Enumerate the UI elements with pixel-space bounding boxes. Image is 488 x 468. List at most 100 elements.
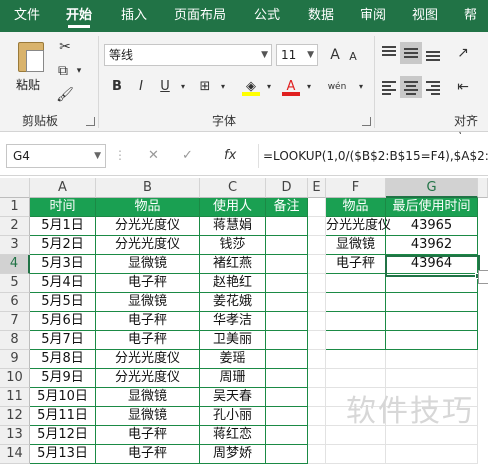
empty-cell[interactable] (326, 274, 386, 293)
empty-cell[interactable] (308, 255, 326, 274)
table-cell[interactable]: 卫美丽 (200, 331, 266, 350)
table-cell[interactable]: 分光光度仪 (96, 217, 200, 236)
empty-cell[interactable] (308, 426, 326, 445)
row-header-3[interactable]: 3 (0, 236, 30, 255)
lookup-header-cell[interactable]: 最后使用时间 (386, 198, 478, 217)
phonetic-dropdown-icon[interactable]: ▾ (352, 76, 370, 98)
table-cell[interactable]: 5月9日 (30, 369, 96, 388)
table-cell[interactable]: 吴天春 (200, 388, 266, 407)
empty-cell[interactable] (308, 236, 326, 255)
fill-color-icon[interactable]: ◈ (242, 76, 260, 96)
border-icon[interactable]: ⊞ (196, 76, 214, 98)
empty-cell[interactable] (308, 350, 326, 369)
column-header-g[interactable]: G (386, 178, 478, 198)
tab-help[interactable]: 帮助 (464, 0, 488, 55)
table-header-cell[interactable]: 物品 (96, 198, 200, 217)
tab-view[interactable]: 视图 (412, 0, 438, 32)
font-color-icon[interactable]: A (282, 76, 300, 96)
table-cell[interactable] (266, 445, 308, 464)
clipboard-launcher-icon[interactable] (86, 117, 95, 126)
empty-cell[interactable] (308, 198, 326, 217)
table-cell[interactable]: 显微镜 (96, 293, 200, 312)
table-cell[interactable]: 孔小丽 (200, 407, 266, 426)
tab-formulas[interactable]: 公式 (254, 0, 280, 32)
phonetic-icon[interactable]: wén (322, 76, 352, 98)
table-cell[interactable]: 周梦娇 (200, 445, 266, 464)
formula-input[interactable]: =LOOKUP(1,0/($B$2:B$15=F4),$A$2:$ (258, 144, 488, 168)
table-cell[interactable]: 5月1日 (30, 217, 96, 236)
empty-cell[interactable] (326, 331, 386, 350)
lookup-cell[interactable]: 43962 (386, 236, 478, 255)
table-cell[interactable]: 蒋红恋 (200, 426, 266, 445)
column-header-f[interactable]: F (326, 178, 386, 198)
table-cell[interactable]: 5月13日 (30, 445, 96, 464)
lookup-cell[interactable]: 显微镜 (326, 236, 386, 255)
row-header-8[interactable]: 8 (0, 331, 30, 350)
align-middle-icon[interactable] (400, 42, 422, 64)
column-header-d[interactable]: D (266, 178, 308, 198)
empty-cell[interactable] (308, 445, 326, 464)
table-cell[interactable]: 5月2日 (30, 236, 96, 255)
table-cell[interactable]: 姜瑶 (200, 350, 266, 369)
row-header-2[interactable]: 2 (0, 217, 30, 236)
empty-cell[interactable] (386, 293, 478, 312)
row-header-11[interactable]: 11 (0, 388, 30, 407)
border-dropdown-icon[interactable]: ▾ (214, 76, 232, 98)
empty-cell[interactable] (308, 407, 326, 426)
empty-cell[interactable] (308, 274, 326, 293)
column-header-e[interactable]: E (308, 178, 326, 198)
fill-color-dropdown-icon[interactable]: ▾ (260, 76, 278, 98)
table-cell[interactable]: 5月11日 (30, 407, 96, 426)
table-cell[interactable] (266, 217, 308, 236)
empty-cell[interactable] (386, 331, 478, 350)
align-left-icon[interactable] (378, 76, 400, 98)
table-cell[interactable] (266, 369, 308, 388)
empty-cell[interactable] (326, 445, 386, 464)
font-size-combo[interactable]: 11 ▼ (276, 44, 318, 66)
underline-button[interactable]: U (156, 76, 174, 98)
paste-button[interactable]: 粘贴 (14, 38, 50, 110)
empty-cell[interactable] (308, 312, 326, 331)
table-header-cell[interactable]: 时间 (30, 198, 96, 217)
table-cell[interactable]: 5月6日 (30, 312, 96, 331)
lookup-header-cell[interactable]: 物品 (326, 198, 386, 217)
column-header-b[interactable]: B (96, 178, 200, 198)
table-cell[interactable] (266, 274, 308, 293)
row-header-14[interactable]: 14 (0, 445, 30, 464)
row-header-9[interactable]: 9 (0, 350, 30, 369)
table-cell[interactable] (266, 293, 308, 312)
table-cell[interactable]: 分光光度仪 (96, 236, 200, 255)
table-cell[interactable]: 分光光度仪 (96, 369, 200, 388)
table-cell[interactable]: 电子秤 (96, 274, 200, 293)
tab-file[interactable]: 文件 (14, 0, 40, 32)
format-painter-icon[interactable]: 🖌 (56, 86, 74, 104)
lookup-cell[interactable]: 分光光度仪 (326, 217, 391, 236)
tab-review[interactable]: 审阅 (360, 0, 386, 32)
empty-cell[interactable] (386, 445, 478, 464)
row-header-10[interactable]: 10 (0, 369, 30, 388)
lookup-cell[interactable]: 43965 (386, 217, 478, 236)
active-cell-g4[interactable] (385, 255, 480, 277)
tab-data[interactable]: 数据 (308, 0, 334, 32)
table-cell[interactable]: 5月8日 (30, 350, 96, 369)
shrink-font-icon[interactable]: A (344, 46, 362, 68)
cut-icon[interactable]: ✂ (56, 38, 74, 56)
text-orientation-icon[interactable]: ↗ (454, 44, 472, 62)
insert-function-icon[interactable]: fx (224, 144, 236, 168)
font-launcher-icon[interactable] (362, 117, 371, 126)
empty-cell[interactable] (308, 388, 326, 407)
column-header-c[interactable]: C (200, 178, 266, 198)
table-cell[interactable] (266, 350, 308, 369)
grow-font-icon[interactable]: A (326, 44, 344, 66)
table-cell[interactable]: 姜花娥 (200, 293, 266, 312)
empty-cell[interactable] (326, 350, 386, 369)
table-header-cell[interactable]: 使用人 (200, 198, 266, 217)
indent-icon[interactable]: ⇤ (454, 78, 472, 96)
table-cell[interactable] (266, 331, 308, 350)
table-cell[interactable]: 5月4日 (30, 274, 96, 293)
table-cell[interactable] (266, 426, 308, 445)
table-cell[interactable]: 5月5日 (30, 293, 96, 312)
align-bottom-icon[interactable] (422, 42, 444, 64)
table-cell[interactable]: 电子秤 (96, 312, 200, 331)
enter-icon[interactable]: ✓ (182, 144, 193, 168)
